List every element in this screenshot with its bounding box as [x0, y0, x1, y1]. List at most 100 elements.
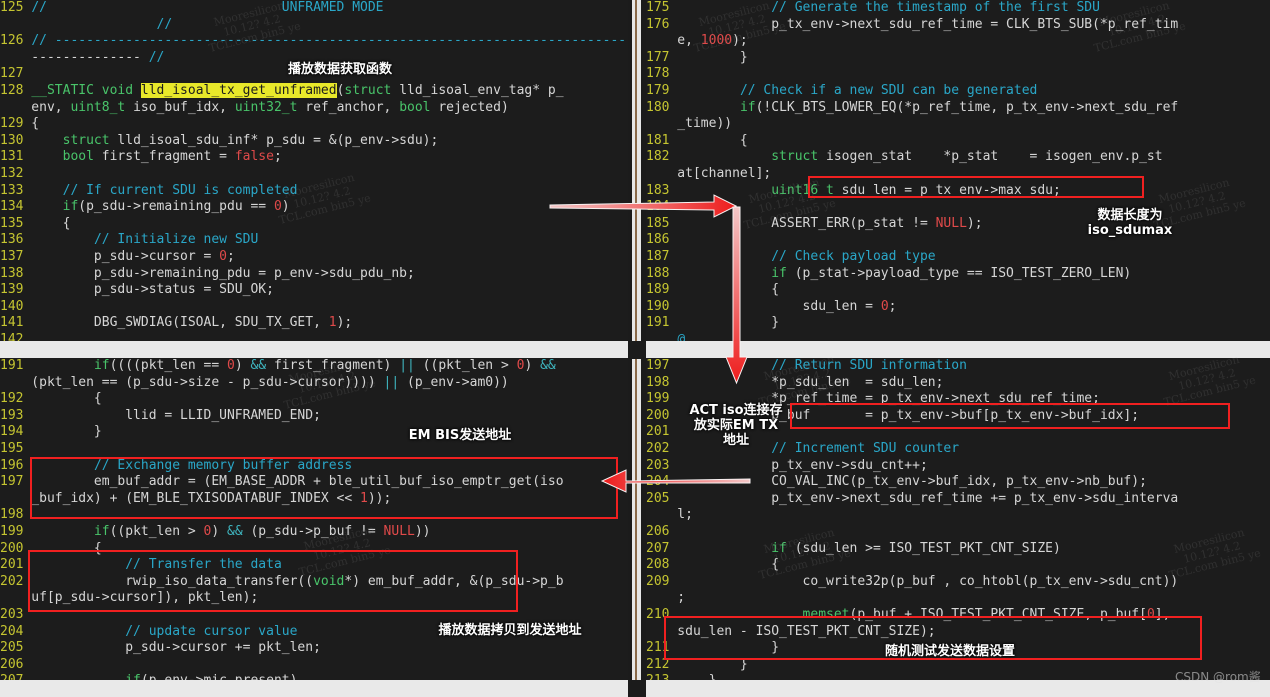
anno-random-test-data: 随机测试发送数据设置 — [884, 644, 1015, 659]
code-line: 195 — [0, 441, 628, 458]
vsplit-bar[interactable] — [628, 0, 646, 697]
code-line: 205 p_sdu->cursor += pkt_len; — [0, 640, 321, 656]
line-number: 137 — [0, 248, 24, 264]
pane-top-left-code[interactable]: 125 // UNFRAMED MODE //126 // ----------… — [0, 0, 628, 341]
code-line: at[channel]; — [646, 166, 1270, 183]
line-number: 197 — [0, 474, 24, 490]
code-line: _buf_idx) + (EM_BLE_TXISODATABUF_INDEX <… — [0, 491, 628, 508]
arrow-right-to-left — [600, 469, 751, 493]
code-line: uf[p_sdu->cursor]), pkt_len); — [0, 590, 628, 607]
code-area-top-left: 125 // UNFRAMED MODE //126 // ----------… — [0, 0, 628, 341]
line-number: 139 — [0, 282, 24, 298]
code-line: 179 // Check if a new SDU can be generat… — [646, 82, 1038, 98]
line-number: 211 — [646, 640, 670, 656]
code-line: 207 if (sdu_len >= ISO_TEST_PKT_CNT_SIZE… — [646, 540, 1061, 556]
line-number: 178 — [646, 66, 670, 82]
code-line: 193 llid = LLID_UNFRAMED_END; — [0, 407, 321, 423]
code-line: 182 struct isogen_stat *p_stat = isogen_… — [646, 149, 1163, 165]
code-line: 207 if(p_env->mic_present) — [0, 673, 628, 680]
code-line: 140 — [0, 299, 628, 316]
code-line: (pkt_len == (p_sdu->size - p_sdu->cursor… — [0, 375, 628, 392]
code-line: 126 // ---------------------------------… — [0, 33, 627, 49]
line-number — [0, 50, 23, 67]
code-line: 132 — [0, 166, 628, 183]
code-line: 138 p_sdu->remaining_pdu = p_env->sdu_pd… — [0, 265, 415, 281]
code-line: 178 — [646, 66, 1270, 83]
line-number: 194 — [0, 424, 24, 440]
line-number: 129 — [0, 116, 24, 132]
code-line: 192 { — [0, 391, 102, 407]
status-bar-bottom-left: components/bt/ip/ll/ble/src/lld/lld_isoa… — [0, 680, 628, 697]
code-line: 210 memset(p_buf + ISO_TEST_PKT_CNT_SIZE… — [646, 606, 1171, 622]
line-number: 180 — [646, 99, 670, 115]
line-number: 134 — [0, 199, 24, 215]
line-number: 135 — [0, 215, 24, 231]
vsplit-gap-mid — [632, 341, 641, 359]
line-number: 210 — [646, 606, 670, 622]
code-line: 191 if((((pkt_len == 0) && first_fragmen… — [0, 358, 556, 373]
code-line: 141 DBG_SWDIAG(ISOAL, SDU_TX_GET, 1); — [0, 315, 353, 331]
code-line: 208 { — [646, 557, 780, 573]
line-number: 209 — [646, 573, 670, 589]
line-number — [646, 332, 669, 341]
code-line: 128 __STATIC void lld_isoal_tx_get_unfra… — [0, 82, 564, 98]
line-number — [646, 507, 669, 524]
anno-em-bis-tx-addr: EM BIS发送地址 — [408, 428, 512, 443]
line-number: 181 — [646, 132, 670, 148]
line-number: 126 — [0, 33, 24, 49]
line-number: 208 — [646, 557, 670, 573]
line-number: 212 — [646, 656, 670, 672]
code-line: 131 bool first_fragment = false; — [0, 149, 282, 165]
code-line: 213 } — [646, 673, 1270, 680]
arrow-down-to-lower-right — [725, 206, 748, 385]
line-number — [0, 100, 23, 117]
line-number — [646, 590, 669, 607]
line-number: 201 — [646, 424, 670, 440]
line-number: 179 — [646, 82, 670, 98]
code-line: 198 — [0, 507, 628, 524]
code-line: sdu_len - ISO_TEST_PKT_CNT_SIZE); — [646, 624, 1270, 641]
line-number: 198 — [0, 507, 24, 523]
code-line: 196 // Exchange memory buffer address — [0, 457, 353, 473]
code-line: 201 // Transfer the data — [0, 557, 282, 573]
code-line: 136 // Initialize new SDU — [0, 232, 259, 248]
line-number — [0, 17, 23, 34]
line-number — [0, 491, 23, 508]
code-line: 181 { — [646, 132, 748, 148]
line-number: 205 — [0, 640, 24, 656]
line-number: 204 — [0, 623, 24, 639]
line-number: 187 — [646, 248, 670, 264]
line-number: 125 — [0, 0, 24, 15]
code-line: env, uint8_t iso_buf_idx, uint32_t ref_a… — [0, 100, 628, 117]
line-number: 189 — [646, 282, 670, 298]
line-number: 200 — [0, 540, 24, 556]
code-line: 203 — [0, 607, 628, 624]
code-line: 135 { — [0, 215, 71, 231]
line-number: 131 — [0, 149, 24, 165]
line-number: 182 — [646, 149, 670, 165]
line-number — [646, 624, 669, 641]
code-line: 125 // UNFRAMED MODE — [0, 0, 384, 15]
line-number: 177 — [646, 49, 670, 65]
line-number: 175 — [646, 0, 670, 15]
code-line: 209 co_write32p(p_buf , co_htobl(p_tx_en… — [646, 573, 1179, 589]
line-number: 206 — [0, 656, 24, 672]
line-number: 206 — [646, 523, 670, 539]
line-number: 191 — [646, 315, 670, 331]
line-number — [646, 33, 669, 50]
anno-data-len-iso-sdumax: 数据长度为 iso_sdumax — [1087, 208, 1173, 238]
code-line: // — [0, 17, 628, 34]
code-line: _time)) — [646, 116, 1270, 133]
line-number: 200 — [646, 407, 670, 423]
line-number: 191 — [0, 358, 24, 373]
code-line: l; — [646, 507, 1270, 524]
code-line: 197 em_buf_addr = (EM_BASE_ADDR + ble_ut… — [0, 474, 564, 490]
line-number — [646, 116, 669, 133]
line-number: 201 — [0, 557, 24, 573]
line-number — [0, 590, 23, 607]
line-number: 190 — [646, 298, 670, 314]
vertical-split-divider[interactable] — [628, 0, 646, 697]
line-number: 202 — [646, 440, 670, 456]
code-line: ; — [646, 590, 1270, 607]
code-line: 175 // Generate the timestamp of the fir… — [646, 0, 1100, 15]
